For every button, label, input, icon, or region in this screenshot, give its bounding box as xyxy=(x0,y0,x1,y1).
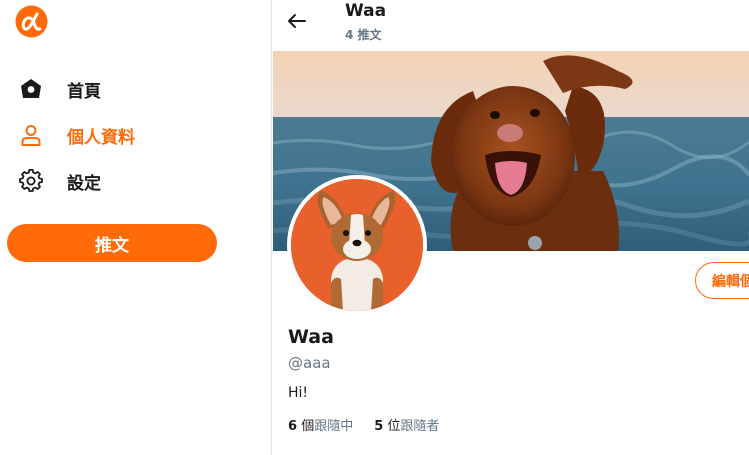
sidebar-item-home[interactable]: 首頁 xyxy=(18,74,101,104)
profile-name: Waa xyxy=(288,326,334,348)
followers-label: 跟隨者 xyxy=(400,419,440,434)
edit-profile-button[interactable]: 編輯個人資料 xyxy=(695,262,749,299)
back-arrow-icon[interactable] xyxy=(285,9,309,33)
follow-stats: 6 個跟隨中 5 位跟隨者 xyxy=(288,415,460,434)
sidebar-item-label: 個人資料 xyxy=(67,127,135,148)
header-name: Waa xyxy=(345,1,387,21)
following-count: 6 xyxy=(288,419,298,434)
sidebar-item-label: 首頁 xyxy=(67,81,101,102)
following-unit: 個 xyxy=(301,419,315,434)
profile-header: Waa 4 推文 xyxy=(273,0,749,50)
following-label: 跟隨中 xyxy=(314,419,354,434)
gear-icon xyxy=(18,168,44,194)
user-icon xyxy=(18,122,44,148)
followers-count: 5 xyxy=(374,419,384,434)
sidebar: 首頁 個人資料 設定 推文 xyxy=(0,0,272,455)
sidebar-item-settings[interactable]: 設定 xyxy=(18,166,101,196)
profile-main: Waa 4 推文 編輯 Waa @aaa Hi! 6 個跟隨中 5 位跟隨者 xyxy=(273,0,749,455)
sidebar-item-profile[interactable]: 個人資料 xyxy=(18,120,135,150)
tweet-button[interactable]: 推文 xyxy=(7,224,217,262)
following-link[interactable]: 6 個跟隨中 xyxy=(288,415,353,434)
followers-link[interactable]: 5 位跟隨者 xyxy=(374,415,439,434)
sidebar-item-label: 設定 xyxy=(67,173,101,194)
header-tweet-count: 4 推文 xyxy=(345,28,382,42)
alpha-logo-icon[interactable] xyxy=(15,5,48,38)
profile-bio: Hi! xyxy=(288,385,309,401)
profile-handle: @aaa xyxy=(288,354,331,372)
followers-unit: 位 xyxy=(387,419,401,434)
home-icon xyxy=(18,76,44,102)
avatar[interactable] xyxy=(287,175,427,315)
